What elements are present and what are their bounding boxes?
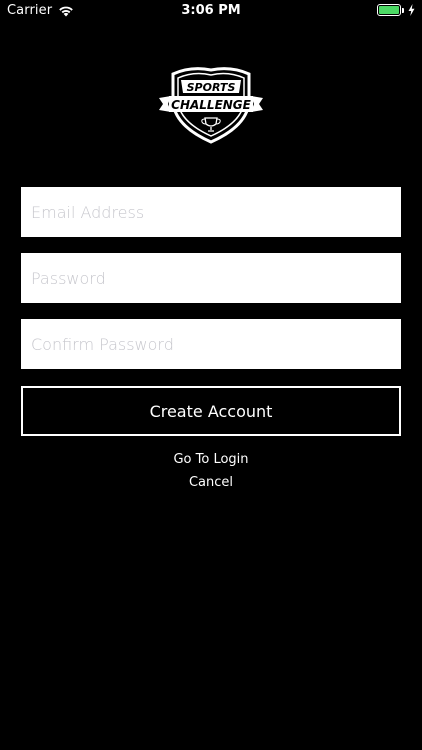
- status-time: 3:06 PM: [181, 3, 241, 18]
- password-field[interactable]: [21, 253, 401, 303]
- email-field[interactable]: [21, 187, 401, 237]
- status-bar: Carrier 3:06 PM: [0, 0, 422, 22]
- status-right: [377, 4, 415, 16]
- sports-challenge-logo: SPORTS CHALLENGE: [159, 67, 263, 144]
- battery-level: [379, 6, 399, 14]
- sign-up-screen: Carrier 3:06 PM SPORTS CHALLENGE Email A…: [0, 0, 422, 750]
- cancel-link[interactable]: Cancel: [0, 475, 422, 490]
- create-account-button[interactable]: Create Account: [21, 386, 401, 436]
- logo-main-text: CHALLENGE: [171, 98, 252, 112]
- logo-top-text: SPORTS: [187, 81, 236, 94]
- confirm-password-field[interactable]: [21, 319, 401, 369]
- go-to-login-link[interactable]: Go To Login: [0, 452, 422, 467]
- create-account-label: Create Account: [149, 401, 273, 421]
- battery-icon: [377, 4, 401, 16]
- charging-bolt-icon: [408, 4, 415, 16]
- battery-cap: [402, 7, 404, 13]
